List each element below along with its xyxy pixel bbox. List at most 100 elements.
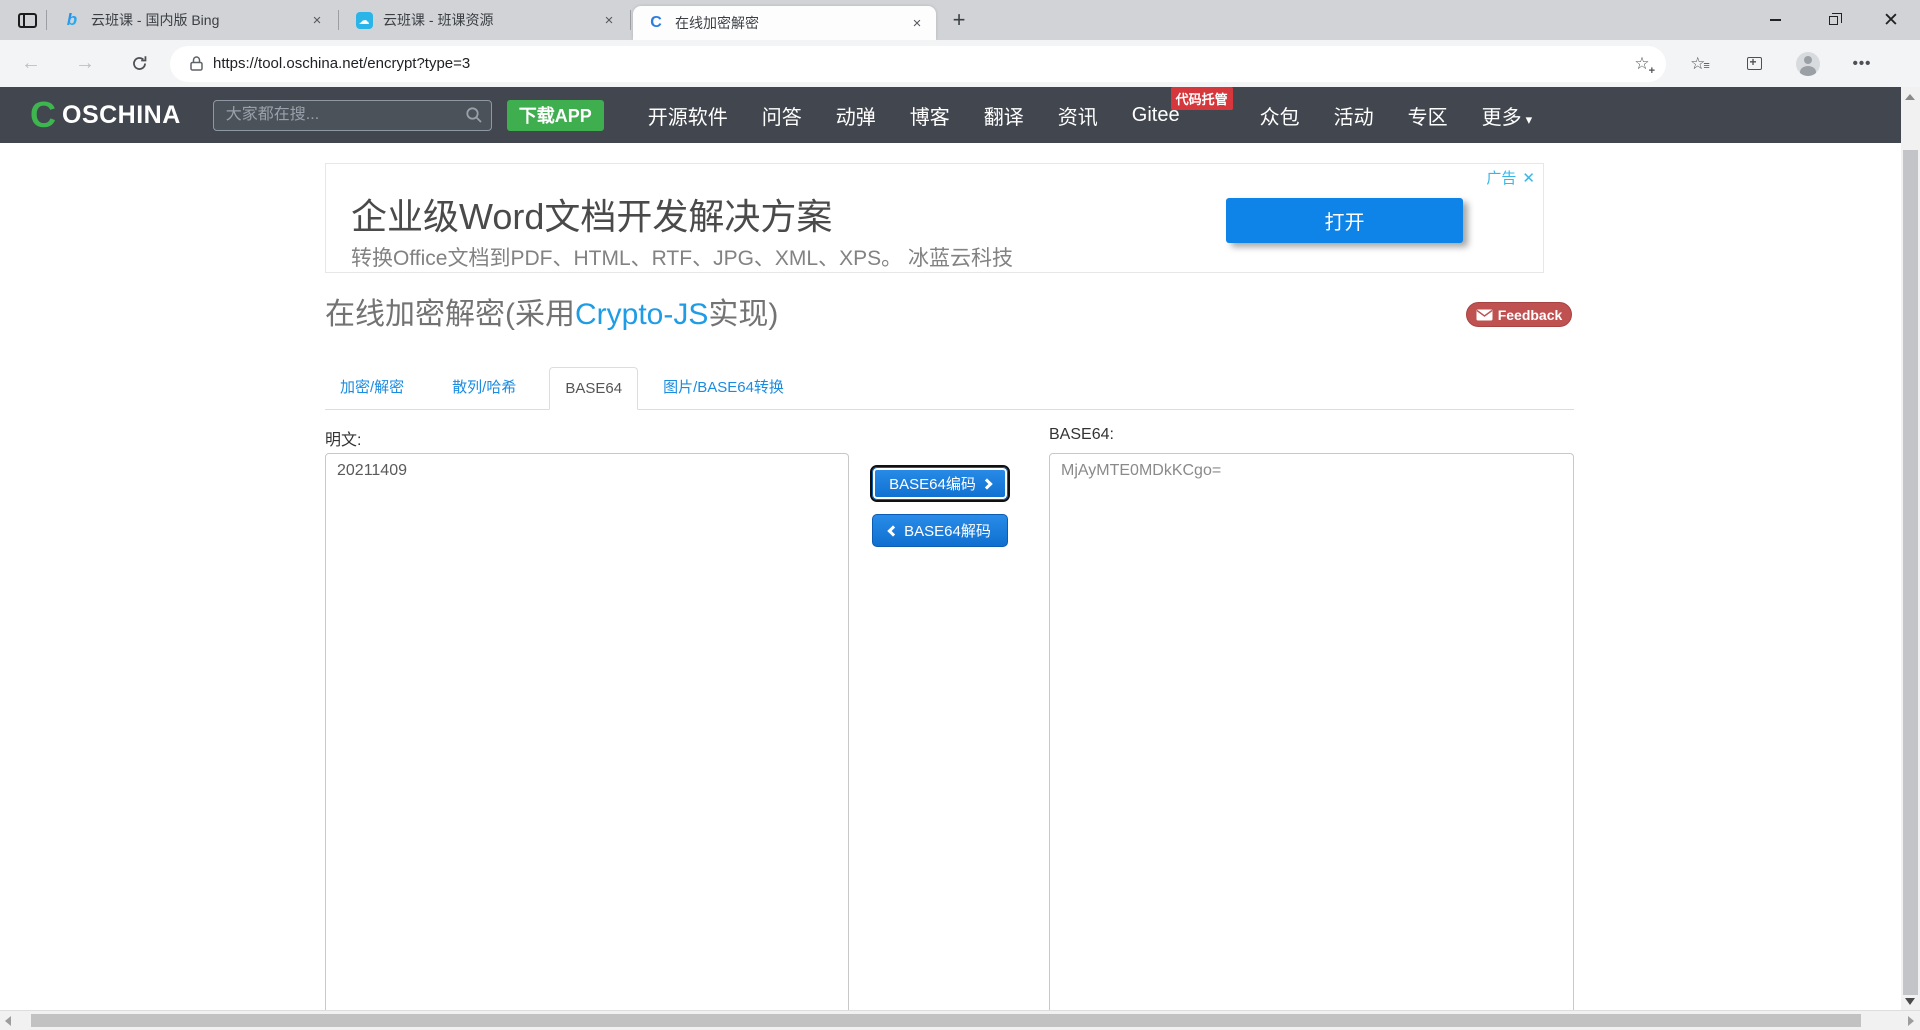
oschina-favicon-icon: C xyxy=(650,14,662,31)
tab-separator xyxy=(338,10,339,30)
tab-base64-active[interactable]: BASE64 xyxy=(549,367,639,410)
window-restore-button[interactable] xyxy=(1804,0,1862,40)
tab-title: 在线加密解密 xyxy=(675,15,759,31)
window-controls: ✕ xyxy=(1746,0,1920,40)
scroll-down-arrow-icon[interactable] xyxy=(1905,998,1915,1005)
vertical-scrollbar[interactable] xyxy=(1901,87,1920,1010)
download-app-button[interactable]: 下载APP xyxy=(506,99,604,131)
ad-banner[interactable]: 企业级Word文档开发解决方案 转换Office文档到PDF、HTML、RTF、… xyxy=(325,163,1544,273)
tab-separator xyxy=(46,10,47,30)
envelope-icon xyxy=(1476,309,1493,320)
ad-close-icon[interactable]: ✕ xyxy=(1522,169,1535,187)
nav-link-opensource[interactable]: 开源软件 xyxy=(648,101,728,130)
chevron-down-icon: ▾ xyxy=(1525,111,1533,127)
nav-link-gitee[interactable]: Gitee 代码托管 xyxy=(1132,86,1233,127)
page-title: 在线加密解密(采用Crypto-JS实现) xyxy=(325,289,778,333)
tab-close-icon[interactable]: × xyxy=(308,11,326,29)
collections-icon xyxy=(1746,55,1762,70)
more-label: 更多 xyxy=(1481,106,1522,129)
refresh-icon xyxy=(132,56,146,70)
nav-link-events[interactable]: 活动 xyxy=(1334,101,1374,130)
ad-subtitle: 转换Office文档到PDF、HTML、RTF、JPG、XML、XPS。 冰蓝云… xyxy=(351,247,1013,270)
nav-link-blog[interactable]: 博客 xyxy=(910,101,950,130)
profile-avatar-icon xyxy=(1796,51,1820,76)
forward-button[interactable]: → xyxy=(68,47,102,81)
url-text[interactable]: https://tool.oschina.net/encrypt?type=3 xyxy=(213,55,1630,72)
base64-decode-button[interactable]: BASE64解码 xyxy=(872,514,1008,547)
horizontal-scrollbar[interactable] xyxy=(0,1010,1920,1030)
encode-button-label: BASE64编码 xyxy=(889,476,976,493)
plaintext-textarea[interactable]: 20211409 xyxy=(325,453,849,1010)
minimize-icon xyxy=(1769,19,1781,21)
tab-list-button[interactable] xyxy=(10,6,44,34)
tab-close-icon[interactable]: × xyxy=(908,14,926,32)
nav-link-tweets[interactable]: 动弹 xyxy=(836,101,876,130)
ad-title: 企业级Word文档开发解决方案 xyxy=(351,196,833,237)
new-tab-button[interactable]: + xyxy=(944,5,974,35)
browser-toolbar: ← → https://tool.oschina.net/encrypt?typ… xyxy=(0,40,1920,87)
vertical-scrollbar-thumb[interactable] xyxy=(1903,150,1918,995)
nav-link-news[interactable]: 资讯 xyxy=(1058,101,1098,130)
nav-link-zones[interactable]: 专区 xyxy=(1408,101,1448,130)
base64-textarea[interactable]: MjAyMTE0MDkKCgo= xyxy=(1049,453,1574,1010)
nav-link-translate[interactable]: 翻译 xyxy=(984,101,1024,130)
oschina-logo[interactable]: C OSCHINA xyxy=(30,97,181,133)
refresh-button[interactable] xyxy=(122,47,156,81)
search-icon[interactable] xyxy=(465,106,483,124)
crypto-js-link[interactable]: Crypto-JS xyxy=(575,298,708,331)
cloud-favicon-icon: ☁ xyxy=(355,11,373,29)
scroll-up-arrow-icon[interactable] xyxy=(1905,94,1915,100)
feedback-button[interactable]: Feedback xyxy=(1466,302,1572,327)
nav-link-qa[interactable]: 问答 xyxy=(762,101,802,130)
window-minimize-button[interactable] xyxy=(1746,0,1804,40)
settings-menu-button[interactable]: ••• xyxy=(1842,47,1882,81)
favorite-add-icon[interactable]: ☆ + xyxy=(1630,54,1655,77)
nav-link-more[interactable]: 更多 ▾ xyxy=(1482,101,1533,130)
oschina-logo-text: OSCHINA xyxy=(62,100,181,129)
tool-tabs: 加密/解密 散列/哈希 BASE64 图片/BASE64转换 xyxy=(325,363,1574,410)
browser-tab-bing[interactable]: b 云班课 - 国内版 Bing × xyxy=(49,0,336,40)
oschina-logo-icon: C xyxy=(30,94,56,135)
page-title-suffix: 实现) xyxy=(708,298,779,331)
tab-encrypt-decrypt[interactable]: 加密/解密 xyxy=(325,364,419,409)
ad-label: 广告 ✕ xyxy=(1486,167,1535,188)
address-bar[interactable]: https://tool.oschina.net/encrypt?type=3 … xyxy=(170,45,1666,82)
favorites-bar-button[interactable]: ☆≡ xyxy=(1680,47,1720,81)
tab-close-icon[interactable]: × xyxy=(600,11,618,29)
base64-encode-button[interactable]: BASE64编码 xyxy=(870,465,1010,502)
back-button[interactable]: ← xyxy=(14,47,48,81)
oschina-navbar: C OSCHINA 下载APP 开源软件 问答 动弹 博客 翻译 资讯 Gite… xyxy=(0,86,1920,143)
nav-link-crowdsource[interactable]: 众包 xyxy=(1260,101,1300,130)
navbar-links: 开源软件 问答 动弹 博客 翻译 资讯 Gitee 代码托管 众包 活动 专区 … xyxy=(648,86,1566,130)
tab-separator xyxy=(630,10,631,30)
close-icon: ✕ xyxy=(1883,9,1899,31)
site-search-input[interactable] xyxy=(225,106,465,124)
browser-tab-active-encrypt[interactable]: C 在线加密解密 × xyxy=(633,6,936,40)
collections-button[interactable] xyxy=(1734,47,1774,81)
horizontal-scrollbar-thumb[interactable] xyxy=(31,1014,1861,1027)
restore-icon xyxy=(1828,12,1842,25)
profile-button[interactable] xyxy=(1788,47,1828,81)
ad-open-button[interactable]: 打开 xyxy=(1226,198,1463,243)
bing-favicon-icon: b xyxy=(66,10,78,29)
tab-title: 云班课 - 班课资源 xyxy=(383,12,494,28)
scroll-left-arrow-icon[interactable] xyxy=(5,1016,11,1026)
site-search-box[interactable] xyxy=(212,99,492,131)
decode-button-label: BASE64解码 xyxy=(904,523,991,540)
base64-label: BASE64: xyxy=(1049,426,1114,443)
plaintext-label: 明文: xyxy=(325,432,362,449)
tab-hash[interactable]: 散列/哈希 xyxy=(437,364,531,409)
chevron-left-icon xyxy=(887,524,899,537)
browser-tab-resources[interactable]: ☁ 云班课 - 班课资源 × xyxy=(341,0,628,40)
chevron-right-icon xyxy=(981,477,993,490)
tab-title: 云班课 - 国内版 Bing xyxy=(91,12,220,28)
ellipsis-icon: ••• xyxy=(1852,55,1872,72)
tab-image-base64[interactable]: 图片/BASE64转换 xyxy=(648,364,799,409)
window-close-button[interactable]: ✕ xyxy=(1862,0,1920,40)
page-title-prefix: 在线加密解密(采用 xyxy=(325,298,575,331)
scroll-right-arrow-icon[interactable] xyxy=(1908,1016,1914,1026)
tab-list-icon xyxy=(17,12,37,28)
page-content: 企业级Word文档开发解决方案 转换Office文档到PDF、HTML、RTF、… xyxy=(0,143,1920,1010)
ad-label-text: 广告 xyxy=(1486,170,1517,187)
lock-icon[interactable] xyxy=(190,56,203,71)
